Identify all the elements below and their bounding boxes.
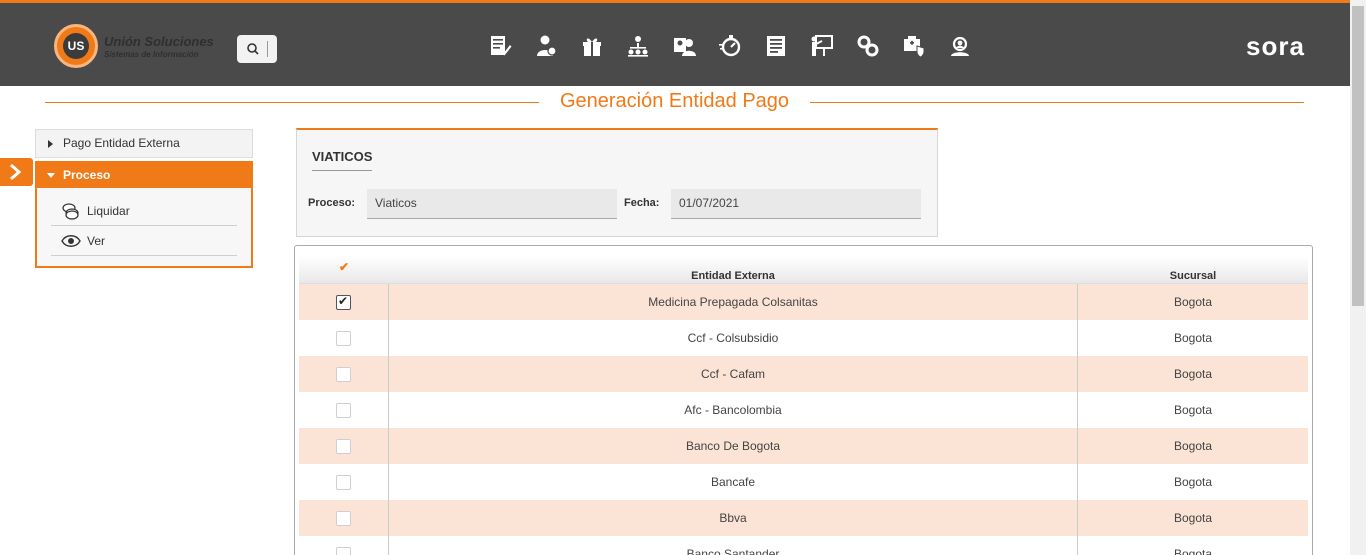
row-checkbox-cell	[299, 500, 388, 536]
caret-right-icon	[48, 140, 53, 148]
table-row[interactable]: Banco Santander Bogota	[299, 536, 1308, 555]
entidad-cell: Bancafe	[388, 464, 1078, 500]
sucursal-cell: Bogota	[1173, 403, 1213, 417]
sucursal-cell: Bogota	[1173, 475, 1213, 489]
search-icon	[247, 43, 259, 55]
row-checkbox-cell	[299, 428, 388, 464]
eye-icon	[61, 234, 81, 247]
menu-item-proceso[interactable]: Proceso	[37, 163, 251, 188]
menu-section-proceso: Proceso Liquidar Ver	[35, 161, 253, 268]
entidad-cell: Ccf - Cafam	[388, 356, 1078, 392]
entidad-cell: Banco De Bogota	[388, 428, 1078, 464]
logo-subtitle: Sistemas de Información	[104, 50, 199, 59]
table-row[interactable]: Ccf - Cafam Bogota	[299, 356, 1308, 392]
gift-icon[interactable]	[578, 32, 606, 60]
entidad-cell: Banco Santander	[388, 536, 1078, 555]
chevron-right-icon	[10, 164, 22, 180]
grid-body: Medicina Prepagada ColsanitasBogotaCcf -…	[299, 284, 1308, 555]
table-row[interactable]: Ccf - Colsubsidio Bogota	[299, 320, 1308, 356]
entidad-cell: Ccf - Colsubsidio	[388, 320, 1078, 356]
row-checkbox[interactable]	[336, 546, 351, 555]
sucursal-cell: Bogota	[1173, 331, 1213, 345]
table-row[interactable]: Bbva Bogota	[299, 500, 1308, 536]
panel-title: VIATICOS	[312, 149, 373, 164]
employee-id-icon[interactable]	[670, 32, 698, 60]
sidebar-menu: Pago Entidad Externa Proceso Liquidar Ve…	[35, 129, 253, 268]
org-chart-icon[interactable]	[624, 32, 652, 60]
column-header-entidad[interactable]: Entidad Externa	[388, 256, 1078, 284]
logo-mark: US	[63, 33, 89, 59]
grid-header: ✔ Entidad Externa Sucursal	[299, 256, 1308, 284]
table-row[interactable]: Afc - Bancolombia Bogota	[299, 392, 1308, 428]
row-checkbox[interactable]	[336, 474, 351, 490]
logo-badge: US	[54, 24, 98, 68]
brand-logo: sora	[1246, 31, 1305, 61]
user-money-icon[interactable]	[532, 32, 560, 60]
logo-name: Unión Soluciones	[104, 34, 214, 49]
fecha-label: Fecha:	[624, 197, 660, 209]
sucursal-cell: Bogota	[1173, 511, 1213, 525]
sucursal-cell: Bogota	[1173, 295, 1213, 309]
caret-down-icon	[47, 173, 55, 178]
proceso-label: Proceso:	[308, 197, 356, 209]
row-checkbox-cell	[299, 536, 388, 555]
health-shield-icon[interactable]	[900, 32, 928, 60]
process-info-panel: VIATICOS Proceso: Viaticos Fecha: 01/07/…	[296, 128, 938, 237]
document-edit-icon[interactable]	[486, 32, 514, 60]
entities-grid: ✔ Entidad Externa Sucursal Medicina Prep…	[294, 245, 1313, 555]
top-navbar: US Unión Soluciones Sistemas de Informac…	[0, 0, 1350, 86]
gears-icon[interactable]	[854, 32, 882, 60]
search-button[interactable]	[237, 35, 277, 63]
select-all-checkmark[interactable]: ✔	[339, 260, 349, 274]
sucursal-cell: Bogota	[1173, 367, 1213, 381]
table-row[interactable]: Medicina Prepagada Colsanitas Bogota	[299, 284, 1308, 320]
entidad-cell: Bbva	[388, 500, 1078, 536]
module-icons	[486, 32, 992, 60]
row-checkbox[interactable]	[336, 366, 351, 382]
row-checkbox-cell	[299, 356, 388, 392]
row-checkbox[interactable]	[336, 294, 351, 310]
row-checkbox[interactable]	[336, 438, 351, 454]
user-search-icon[interactable]	[946, 32, 974, 60]
entidad-cell: Afc - Bancolombia	[388, 392, 1078, 428]
page-scrollbar[interactable]	[1350, 0, 1366, 555]
sidebar-toggle-button[interactable]	[0, 158, 33, 186]
submenu-item-label: Ver	[87, 233, 106, 248]
report-list-icon[interactable]	[762, 32, 790, 60]
row-checkbox-cell	[299, 284, 388, 320]
menu-item-label: Pago Entidad Externa	[63, 136, 180, 150]
stopwatch-icon[interactable]	[716, 32, 744, 60]
column-header-sucursal[interactable]: Sucursal	[1078, 256, 1308, 284]
submenu-item-liquidar[interactable]: Liquidar	[51, 196, 237, 226]
scrollbar-thumb[interactable]	[1352, 6, 1364, 306]
table-row[interactable]: Banco De Bogota Bogota	[299, 428, 1308, 464]
presentation-icon[interactable]	[808, 32, 836, 60]
row-checkbox[interactable]	[336, 510, 351, 526]
entidad-cell: Medicina Prepagada Colsanitas	[388, 284, 1078, 320]
table-row[interactable]: Bancafe Bogota	[299, 464, 1308, 500]
page-title: Generación Entidad Pago	[559, 90, 790, 112]
row-checkbox[interactable]	[336, 330, 351, 346]
fecha-field[interactable]: 01/07/2021	[671, 189, 921, 219]
sucursal-cell: Bogota	[1173, 439, 1213, 453]
submenu-item-label: Liquidar	[87, 203, 130, 218]
sucursal-cell: Bogota	[1173, 547, 1213, 555]
coins-icon	[62, 202, 79, 220]
menu-item-pago-entidad-externa[interactable]: Pago Entidad Externa	[35, 129, 253, 158]
page-title-row: Generación Entidad Pago	[45, 90, 1304, 116]
submenu-item-ver[interactable]: Ver	[51, 226, 237, 256]
company-logo[interactable]: US Unión Soluciones Sistemas de Informac…	[54, 24, 224, 70]
row-checkbox[interactable]	[336, 402, 351, 418]
row-checkbox-cell	[299, 392, 388, 428]
proceso-field[interactable]: Viaticos	[367, 189, 617, 219]
row-checkbox-cell	[299, 464, 388, 500]
row-checkbox-cell	[299, 320, 388, 356]
menu-item-label: Proceso	[63, 168, 111, 182]
